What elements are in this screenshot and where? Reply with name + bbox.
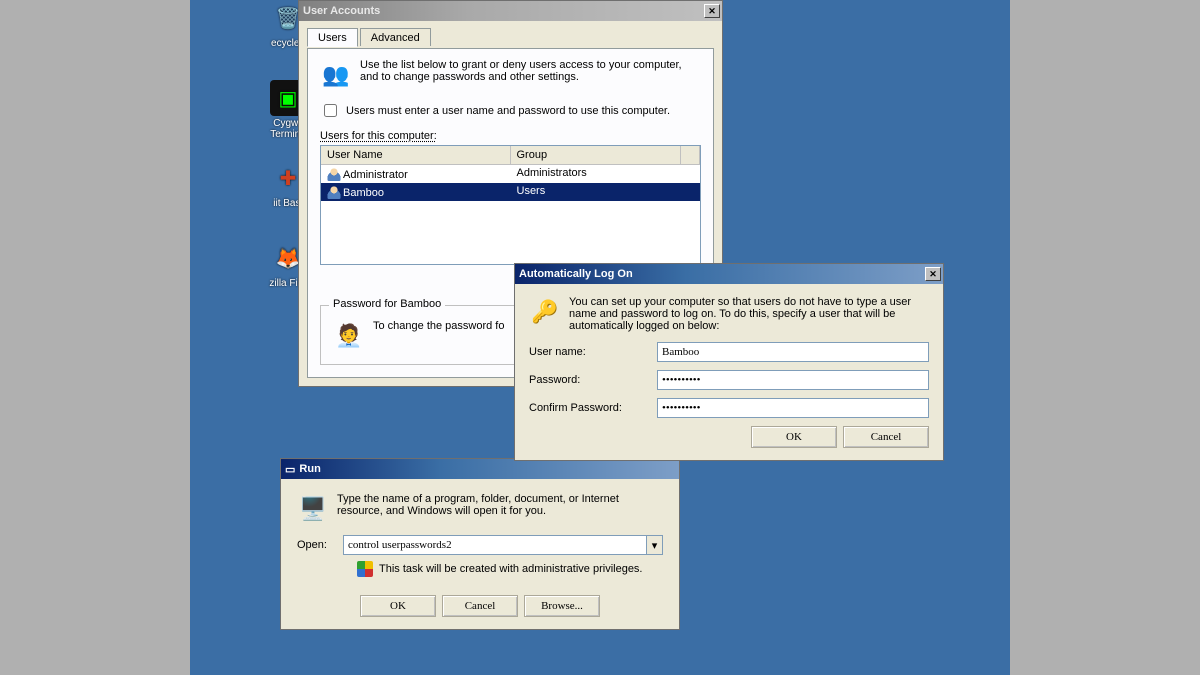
tab-users[interactable]: Users — [307, 28, 358, 47]
listview-row[interactable]: Bamboo Users — [321, 183, 700, 201]
autologon-dialog: Automatically Log On ✕ 🔑 You can set up … — [514, 263, 944, 461]
cancel-button[interactable]: Cancel — [442, 595, 518, 617]
password-input[interactable] — [657, 370, 929, 390]
ok-button[interactable]: OK — [751, 426, 837, 448]
user-accounts-tabbar: Users Advanced — [307, 27, 714, 49]
close-button[interactable]: ✕ — [925, 267, 941, 281]
user-key-icon: 🧑‍💼 — [333, 320, 365, 352]
column-header-spacer — [681, 146, 700, 164]
column-header-group[interactable]: Group — [511, 146, 682, 164]
cell-username: Administrator — [343, 169, 408, 181]
cancel-button[interactable]: Cancel — [843, 426, 929, 448]
listview-row[interactable]: Administrator Administrators — [321, 165, 700, 183]
window-title: User Accounts — [303, 5, 380, 17]
password-groupbox-legend: Password for Bamboo — [329, 298, 445, 310]
window-title: Automatically Log On — [519, 268, 633, 280]
run-window: ▭ Run 🖥️ Type the name of a program, fol… — [280, 458, 680, 630]
require-password-label: Users must enter a user name and passwor… — [346, 105, 670, 117]
close-button[interactable]: ✕ — [704, 4, 720, 18]
confirm-password-label: Confirm Password: — [529, 402, 649, 414]
users-listview[interactable]: User Name Group Administrator Administra… — [320, 145, 701, 265]
password-label: Password: — [529, 374, 649, 386]
run-titlebar[interactable]: ▭ Run — [281, 459, 679, 479]
shield-icon — [357, 561, 373, 577]
cell-group: Administrators — [511, 166, 682, 182]
password-groupbox-text: To change the password fo — [373, 320, 504, 352]
user-icon — [327, 167, 341, 181]
open-combobox[interactable]: ▾ — [343, 535, 663, 555]
user-icon — [327, 185, 341, 199]
browse-button[interactable]: Browse... — [524, 595, 600, 617]
listview-header: User Name Group — [321, 146, 700, 165]
run-app-icon: ▭ — [285, 463, 295, 476]
window-title: Run — [299, 463, 320, 475]
autologon-intro-text: You can set up your computer so that use… — [569, 296, 929, 332]
admin-note-text: This task will be created with administr… — [379, 563, 643, 575]
ok-button[interactable]: OK — [360, 595, 436, 617]
run-icon: 🖥️ — [297, 493, 329, 525]
column-header-username[interactable]: User Name — [321, 146, 511, 164]
username-label: User name: — [529, 346, 649, 358]
cell-username: Bamboo — [343, 187, 384, 199]
users-list-label: Users for this computer: — [320, 130, 701, 142]
open-label: Open: — [297, 539, 337, 551]
key-icon: 🔑 — [529, 296, 561, 328]
username-input[interactable] — [657, 342, 929, 362]
tab-advanced[interactable]: Advanced — [360, 28, 431, 46]
require-password-checkbox[interactable] — [324, 104, 337, 117]
cell-group: Users — [511, 184, 682, 200]
users-icon: 👥 — [320, 59, 352, 91]
autologon-titlebar[interactable]: Automatically Log On ✕ — [515, 264, 943, 284]
confirm-password-input[interactable] — [657, 398, 929, 418]
open-input[interactable] — [343, 535, 647, 555]
user-accounts-titlebar[interactable]: User Accounts ✕ — [299, 1, 722, 21]
users-intro-text: Use the list below to grant or deny user… — [360, 59, 701, 91]
dropdown-arrow-icon[interactable]: ▾ — [647, 535, 663, 555]
run-intro-text: Type the name of a program, folder, docu… — [337, 493, 663, 525]
